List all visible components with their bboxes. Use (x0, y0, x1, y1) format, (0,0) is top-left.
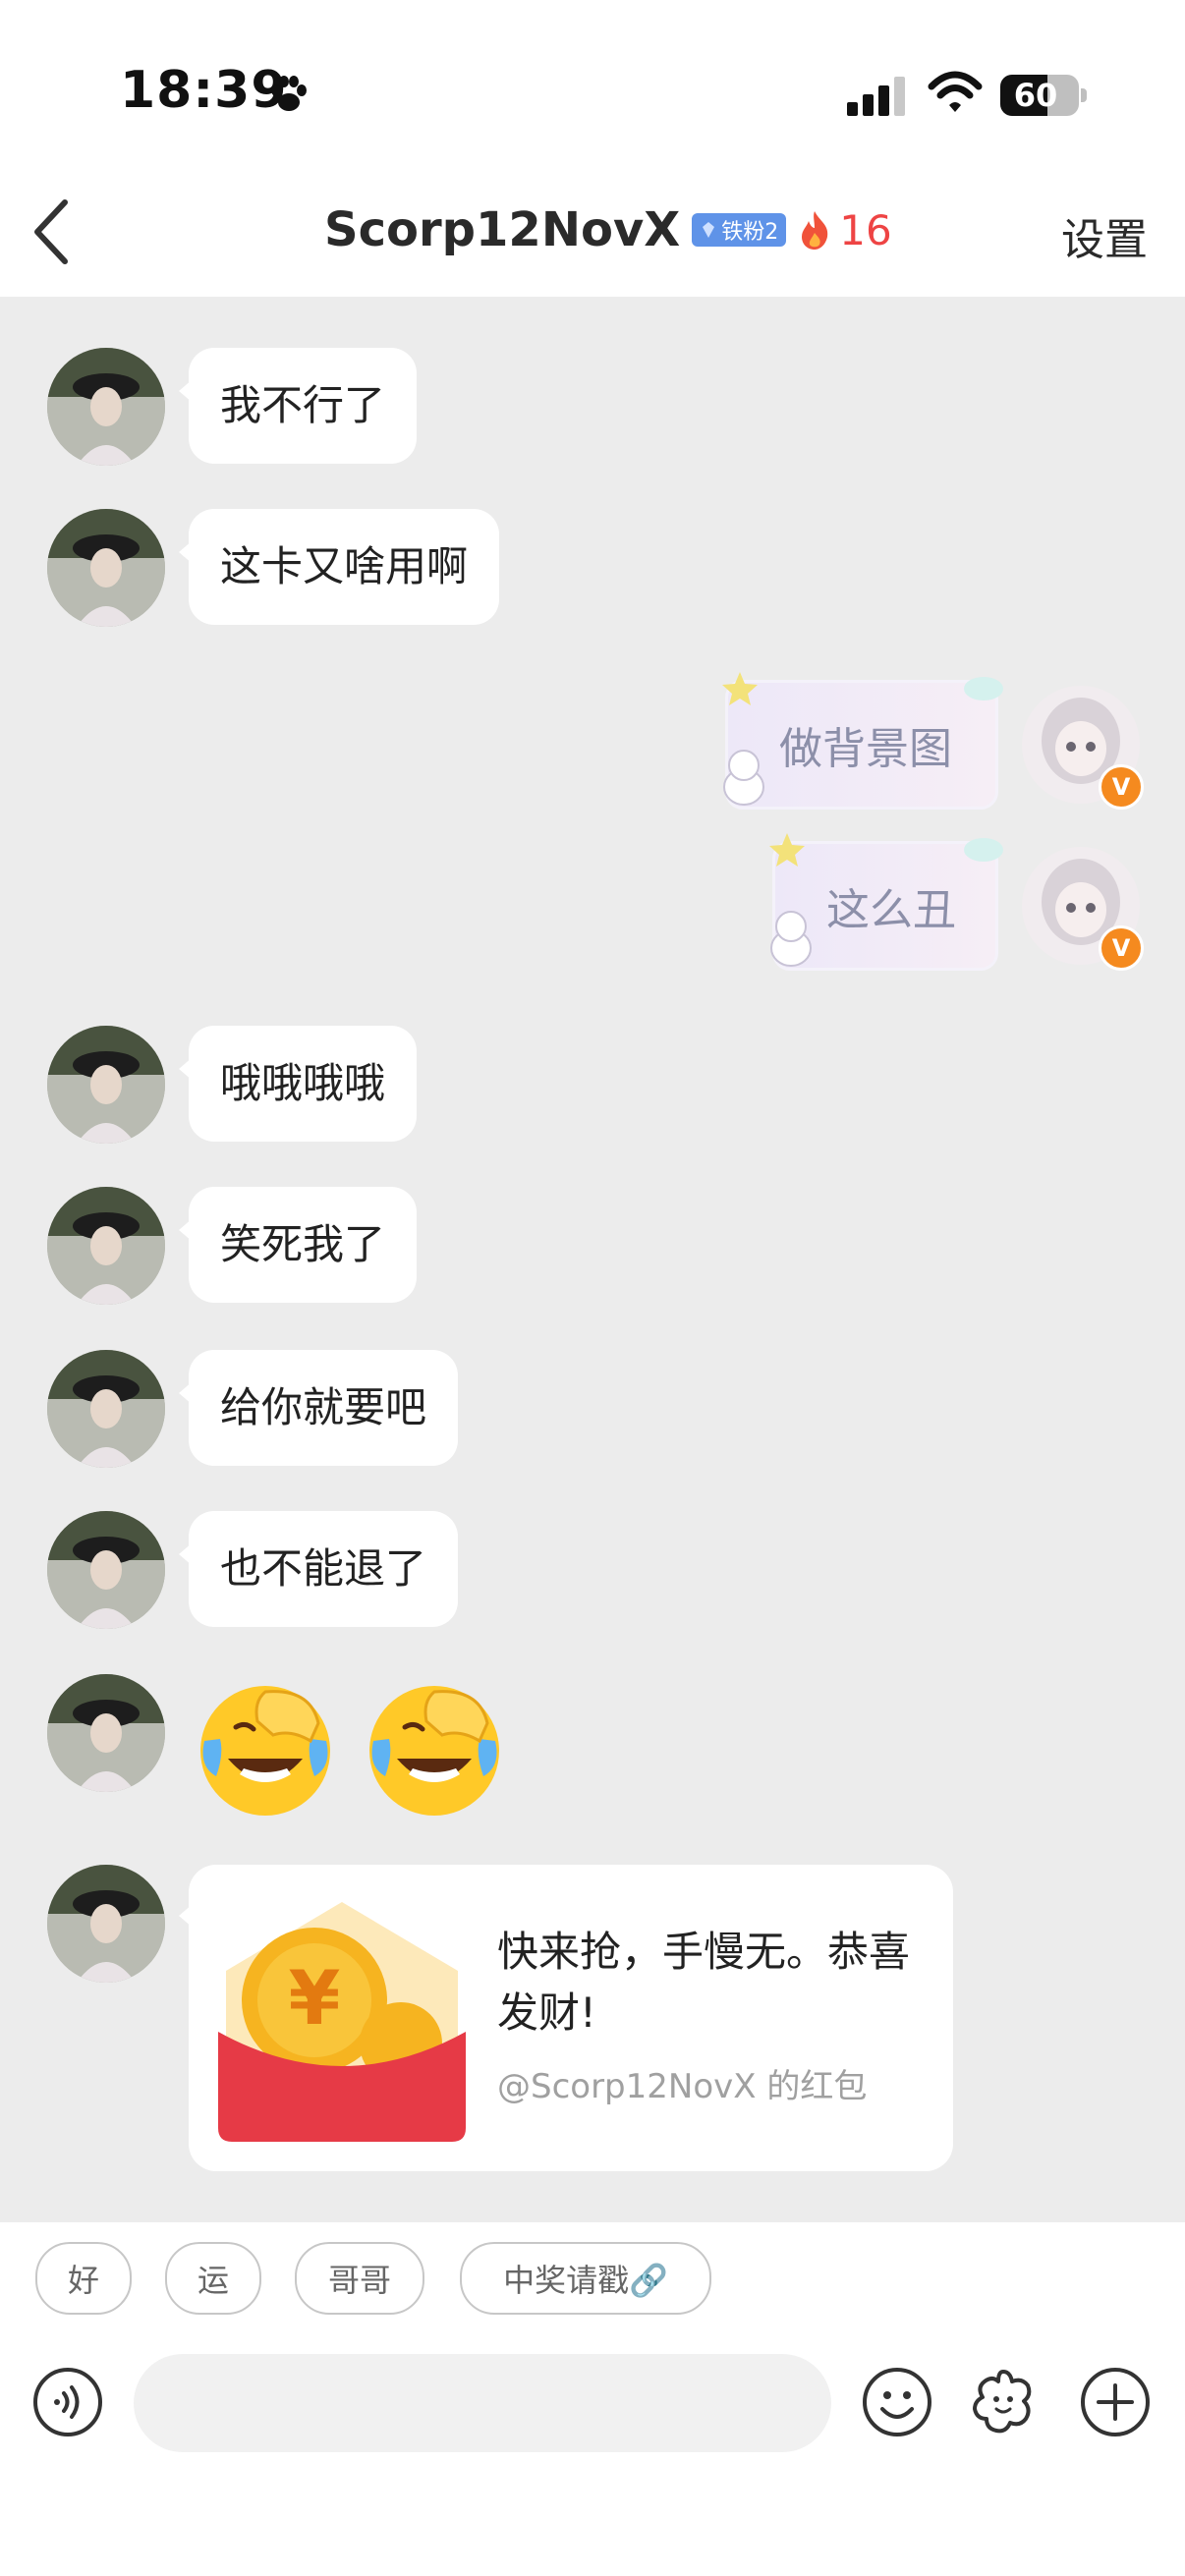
avatar-photo (47, 1350, 165, 1468)
red-packet-card[interactable]: ¥ 快来抢，手慢无。恭喜发财! @Scorp12NovX 的红包 (179, 1865, 953, 2171)
voice-icon[interactable] (31, 2366, 104, 2438)
wifi-icon (928, 71, 983, 112)
contact-avatar[interactable] (47, 1187, 165, 1305)
verified-badge: V (1099, 764, 1144, 810)
contact-avatar[interactable] (47, 348, 165, 466)
status-time: 18:39 (120, 61, 288, 120)
star-decoration-icon (722, 672, 758, 705)
avatar-photo (47, 1026, 165, 1144)
contact-avatar[interactable] (47, 509, 165, 627)
avatar-photo (47, 1865, 165, 1983)
decorated-bubble[interactable]: 做背景图 (722, 672, 1003, 810)
avatar-photo (47, 348, 165, 466)
message-bubble[interactable]: 也不能退了 (178, 1511, 459, 1627)
red-packet-message: 快来抢，手慢无。恭喜发财! (497, 1928, 911, 2037)
back-arrow-icon[interactable] (29, 195, 73, 269)
red-packet-icon: ¥ (218, 1902, 466, 2142)
contact-avatar[interactable] (47, 1350, 165, 1468)
avatar-photo (47, 1674, 165, 1792)
signal-icon (847, 77, 905, 116)
avatar-photo (47, 1511, 165, 1629)
chat-title: Scorp12NovX (324, 202, 681, 257)
message-bubble[interactable]: 哦哦哦哦 (178, 1026, 418, 1142)
laughing-crying-emoji-icon[interactable] (197, 1682, 334, 1820)
fan-level-badge: 铁粉2 (692, 213, 787, 247)
star-decoration-icon (769, 833, 805, 867)
quick-reply-chip[interactable]: 中奖请戳🔗 (460, 2242, 711, 2315)
message-bubble[interactable]: 我不行了 (178, 348, 418, 464)
battery-indicator: 60 (1000, 75, 1079, 116)
flame-icon (802, 211, 828, 250)
cloud-decoration-icon (964, 677, 1003, 700)
decorated-bubble-text: 这么丑 (826, 885, 956, 935)
emoji-icon[interactable] (861, 2366, 933, 2438)
settings-button[interactable]: 设置 (1061, 204, 1148, 267)
fan-level-label: 铁粉2 (721, 220, 779, 245)
battery-cap (1081, 88, 1087, 102)
decorated-bubble[interactable]: 这么丑 (769, 833, 1003, 971)
cat-sticker-icon (770, 911, 812, 967)
svg-text:¥: ¥ (289, 1954, 341, 2042)
cat-sticker-icon (723, 750, 764, 806)
quick-reply-chip[interactable]: 好 (35, 2242, 132, 2315)
cloud-decoration-icon (964, 838, 1003, 862)
sticker-icon[interactable] (967, 2366, 1040, 2438)
quick-reply-chip[interactable]: 哥哥 (295, 2242, 424, 2315)
red-packet-sender: @Scorp12NovX 的红包 (497, 2067, 868, 2106)
avatar-photo (47, 509, 165, 627)
battery-level: 60 (1013, 77, 1058, 114)
contact-avatar[interactable] (47, 1674, 165, 1792)
message-bubble[interactable]: 笑死我了 (178, 1187, 418, 1303)
laughing-crying-emoji-icon[interactable] (366, 1682, 503, 1820)
contact-avatar[interactable] (47, 1511, 165, 1629)
contact-avatar[interactable] (47, 1026, 165, 1144)
verified-badge: V (1099, 925, 1144, 971)
message-bubble[interactable]: 给你就要吧 (178, 1350, 459, 1466)
contact-avatar[interactable] (47, 1865, 165, 1983)
decorated-bubble-text: 做背景图 (779, 724, 952, 774)
diamond-icon (703, 222, 715, 238)
avatar-photo (47, 1187, 165, 1305)
plus-icon[interactable] (1079, 2366, 1152, 2438)
message-bubble[interactable]: 这卡又啥用啊 (178, 509, 500, 625)
chat-title-group[interactable]: Scorp12NovX 铁粉2 16 (324, 198, 892, 261)
paw-icon (271, 76, 307, 111)
streak-count: 16 (839, 205, 892, 254)
quick-reply-chip[interactable]: 运 (165, 2242, 261, 2315)
message-input[interactable] (134, 2354, 831, 2452)
